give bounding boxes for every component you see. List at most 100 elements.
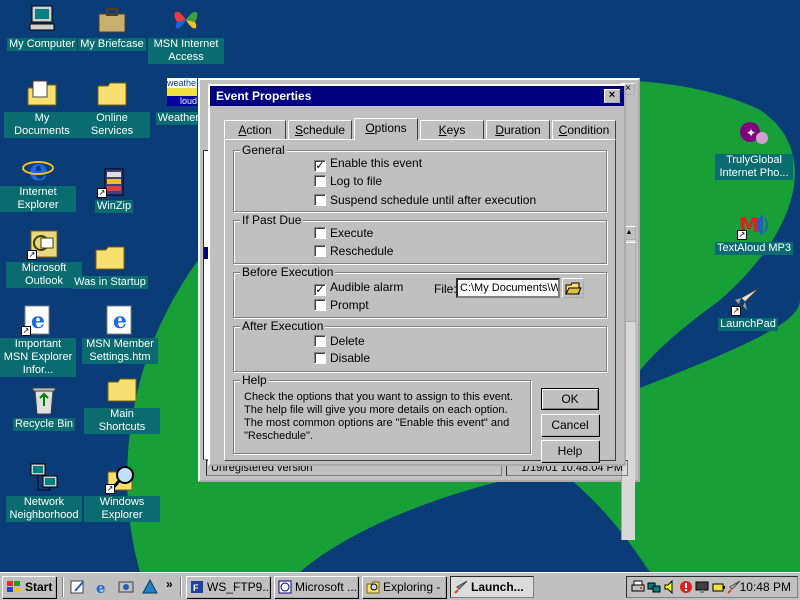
delete-checkbox[interactable]: Delete [314,335,365,349]
my-computer-desktop-icon[interactable]: My Computer [4,4,80,51]
system-tray: 10:48 PM [626,576,798,598]
task-button-microsoft[interactable]: Microsoft ... [274,576,358,598]
reschedule-checkbox[interactable]: Reschedule [314,245,393,259]
explorer-magnifier-icon: ↗ [105,462,139,494]
computer-icon [25,4,59,36]
prompt-checkbox[interactable]: Prompt [314,299,369,313]
file-label: File: [434,282,457,296]
desktop-icon-label: Online Services [74,112,150,138]
tray-power-icon[interactable] [711,580,725,594]
tray-volume-icon[interactable] [663,580,677,594]
desktop-icon-label: MSN Internet Access [148,38,224,64]
windows-explorer-desktop-icon[interactable]: ↗ Windows Explorer [84,462,160,522]
task-button-exploring[interactable]: Exploring - ... [362,576,446,598]
general-group-title: General [240,143,287,157]
online-services-desktop-icon[interactable]: Online Services [74,78,150,138]
desktop-icon-label: Network Neighborhood [6,496,82,522]
documents-folder-icon [25,78,59,110]
svg-text:F: F [193,583,199,593]
recycle-bin-desktop-icon[interactable]: Recycle Bin [6,384,82,431]
open-folder-icon [565,282,582,295]
trulyglobal-desktop-icon[interactable]: ✦ TrulyGlobal Internet Pho... [714,120,794,180]
tray-printer-icon[interactable] [631,580,645,594]
msn-internet-access-desktop-icon[interactable]: MSN Internet Access [148,4,224,64]
winzip-desktop-icon[interactable]: ↗ WinZip [76,166,152,213]
checkbox-box [314,352,326,364]
rocket-icon [454,580,468,594]
browse-folder-button[interactable] [562,278,584,298]
task-button-ws-ftp[interactable]: F WS_FTP9... [186,576,270,598]
options-tab-panel: General ✓ Enable this event Log to file S… [224,139,616,462]
taskbar-clock[interactable]: 10:48 PM [740,577,791,597]
checkbox-box [314,335,326,347]
tab-keys[interactable]: Keys [420,120,484,140]
task-button-launch[interactable]: Launch... [450,576,534,598]
if-past-due-group: If Past Due Execute Reschedule [233,213,607,264]
microsoft-outlook-desktop-icon[interactable]: ↗ Microsoft Outlook [6,228,82,288]
tab-condition[interactable]: Condition [552,120,616,140]
ok-button[interactable]: OK [541,388,599,410]
quick-launch-more-chevron[interactable]: » [166,577,173,591]
my-briefcase-desktop-icon[interactable]: My Briefcase [74,4,150,51]
tray-display-icon[interactable] [695,580,709,594]
tab-options[interactable]: Options [354,118,418,140]
desktop-icon-label: My Documents [4,112,80,138]
msn-butterfly-icon [169,4,203,36]
quick-launch-channels-icon[interactable] [118,579,134,595]
after-execution-group: After Execution Delete Disable [233,319,607,372]
audible-alarm-checkbox[interactable]: ✓ Audible alarm [314,281,403,296]
folder-icon [105,374,139,406]
tab-action[interactable]: Action [224,120,286,140]
svg-text:✦: ✦ [746,126,756,140]
network-neighborhood-desktop-icon[interactable]: Network Neighborhood [6,462,82,522]
svg-text:e: e [113,308,127,334]
checkbox-box [314,299,326,311]
internet-explorer-icon: e [103,304,137,336]
event-properties-dialog[interactable]: Event Properties × Action Schedule Optio… [208,84,626,466]
main-shortcuts-desktop-icon[interactable]: Main Shortcuts [84,374,160,434]
textaloud-desktop-icon[interactable]: M ↗ TextAloud MP3 [714,208,794,255]
log-to-file-checkbox[interactable]: Log to file [314,175,382,189]
tab-strip: Action Schedule Options Keys Duration Co… [224,118,616,140]
checkbox-box [314,227,326,239]
desktop-icon-label: My Computer [6,38,78,51]
desktop-icon-label: Microsoft Outlook [6,262,82,288]
launchpad-desktop-icon[interactable]: ↗ LaunchPad [708,284,788,331]
dialog-title: Event Properties [216,89,312,103]
quick-launch-app-icon[interactable] [142,579,158,595]
execute-checkbox[interactable]: Execute [314,227,373,241]
desktop-icon-label: TrulyGlobal Internet Pho... [715,154,793,180]
tray-alert-icon[interactable] [679,580,693,594]
msn-member-settings-desktop-icon[interactable]: e MSN Member Settings.htm [82,304,158,364]
tab-schedule[interactable]: Schedule [288,120,352,140]
desktop-icon-label: TextAloud MP3 [715,242,793,255]
tray-network-icon[interactable] [647,580,661,594]
was-in-startup-desktop-icon[interactable]: Was in Startup [72,242,148,289]
disable-checkbox[interactable]: Disable [314,352,370,366]
important-msn-explorer-info-desktop-icon[interactable]: e ↗ Important MSN Explorer Infor... [0,304,76,377]
dialog-titlebar[interactable]: Event Properties × [210,86,624,106]
suspend-schedule-checkbox[interactable]: Suspend schedule until after execution [314,194,536,208]
internet-explorer-desktop-icon[interactable]: e Internet Explorer [0,152,76,212]
windows-logo-icon [7,581,20,592]
dialog-close-button[interactable]: × [604,89,620,103]
checkbox-box [314,175,326,187]
taskbar: Start e » F WS_FTP9... Microsoft ... Exp… [0,572,800,600]
enable-event-checkbox[interactable]: ✓ Enable this event [314,157,422,172]
phone-people-icon: ✦ [737,120,771,152]
quick-launch-edit-icon[interactable] [70,579,86,595]
my-documents-desktop-icon[interactable]: My Documents [4,78,80,138]
help-button[interactable]: Help [541,440,599,462]
explorer-magnifier-icon [366,581,380,594]
general-group: General ✓ Enable this event Log to file S… [233,143,607,212]
cancel-button[interactable]: Cancel [541,414,599,436]
start-button[interactable]: Start [2,576,56,598]
help-group: Help Check the options that you want to … [233,373,531,454]
speaker-icon: M ↗ [737,208,771,240]
weather-icon: weathe loud [167,78,197,106]
quick-launch-ie-icon[interactable]: e [94,579,110,595]
alarm-file-input[interactable]: C:\My Documents\W [456,278,560,298]
winzip-icon: ↗ [97,166,131,198]
svg-text:e: e [96,579,106,595]
tab-duration[interactable]: Duration [486,120,550,140]
